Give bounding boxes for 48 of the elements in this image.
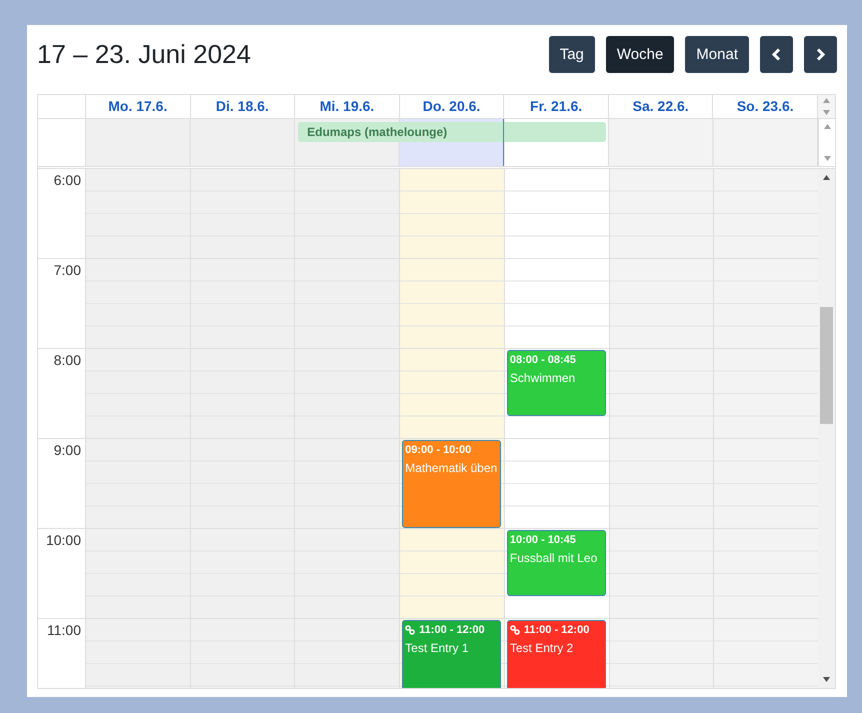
scroll-up-icon <box>823 175 830 180</box>
day-header[interactable]: Mo. 17.6. <box>86 95 191 118</box>
event-time: 08:00 - 08:45 <box>510 354 576 366</box>
view-button[interactable]: Monat <box>685 36 749 72</box>
chevron-left-icon <box>772 48 781 60</box>
next-button[interactable] <box>804 36 837 72</box>
day-column[interactable] <box>714 169 818 688</box>
all-day-row[interactable]: Edumaps (mathelounge) <box>86 119 818 166</box>
event-time: 10:00 - 10:45 <box>510 534 576 546</box>
hour-label: 7:00 <box>54 262 81 278</box>
day-column[interactable] <box>610 169 714 688</box>
event-title: Test Entry 2 <box>510 640 574 657</box>
event-time: 09:00 - 10:00 <box>405 444 472 456</box>
view-button[interactable]: Tag <box>548 36 595 72</box>
hour-label: 10:00 <box>46 532 81 548</box>
event-title: Test Entry 1 <box>405 640 470 657</box>
event-title: Fussball mit Leo <box>510 550 598 567</box>
event-title: Schwimmen <box>510 370 576 387</box>
scroll-up-icon <box>824 124 830 129</box>
view-button[interactable]: Woche <box>606 36 674 72</box>
scroll-down-icon <box>823 110 830 115</box>
day-header[interactable]: Mi. 19.6. <box>295 95 400 118</box>
calendar-title: 17 – 23. Juni 2024 <box>37 38 251 70</box>
scrollbar[interactable] <box>818 95 836 118</box>
day-column[interactable]: 08:00 - 08:45 Schwimmen 10:00 - 10:45 Fussball mit Leo 11:00 - 12:00 Test Entry 2 <box>504 169 610 688</box>
all-day-event[interactable]: Edumaps (mathelounge) <box>298 122 606 142</box>
hour-label: 11:00 <box>47 622 81 638</box>
event-time: 11:00 - 12:00 <box>524 624 590 636</box>
scroll-down-icon <box>824 156 830 161</box>
event-title: Mathematik üben <box>405 460 498 477</box>
hour-label: 9:00 <box>54 442 81 458</box>
event-time: 11:00 - 12:00 <box>419 624 485 636</box>
calendar-event[interactable]: 11:00 - 12:00 Test Entry 2 <box>506 620 606 688</box>
day-column[interactable] <box>190 169 296 688</box>
day-header[interactable]: Di. 18.6. <box>190 95 296 118</box>
previous-button[interactable] <box>760 36 793 72</box>
hour-label: 6:00 <box>54 172 81 188</box>
scroll-down-icon <box>823 677 830 682</box>
day-column[interactable] <box>295 169 400 688</box>
scrollbar[interactable] <box>818 169 835 688</box>
day-header[interactable]: Sa. 22.6. <box>608 95 714 118</box>
day-header[interactable]: Fr. 21.6. <box>504 95 609 118</box>
day-header[interactable]: Do. 20.6. <box>400 95 504 118</box>
scrollbar-thumb[interactable] <box>820 307 833 424</box>
scroll-up-icon <box>823 98 830 103</box>
chevron-right-icon <box>816 48 825 60</box>
hour-label: 8:00 <box>54 352 81 368</box>
day-column[interactable] <box>86 169 191 688</box>
